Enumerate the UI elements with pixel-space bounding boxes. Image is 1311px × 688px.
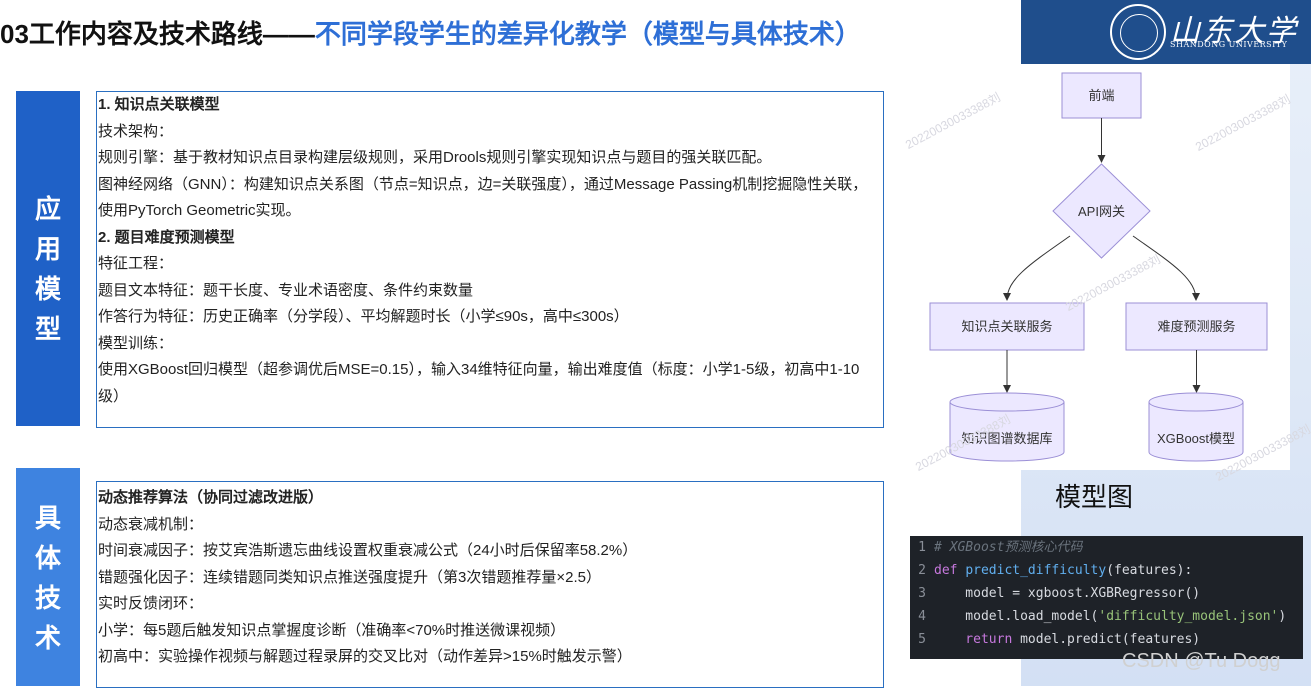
text-line: 技术架构： [98, 122, 174, 140]
text-line: 动态衰减机制： [98, 515, 204, 533]
model-diagram-caption: 模型图 [1055, 482, 1134, 512]
node-kg-database-top [949, 392, 1065, 412]
app-model-textbox[interactable]: 1. 知识点关联模型 技术架构： 规则引擎：基于教材知识点目录构建层级规则，采用… [96, 91, 884, 428]
code-line-4: 4 model.load_model('difficulty_model.jso… [918, 609, 1287, 624]
tech-textbox[interactable]: 动态推荐算法（协同过滤改进版） 动态衰减机制： 时间衰减因子：按艾宾浩斯遗忘曲线… [96, 481, 884, 688]
node-xgb-model-top [1148, 392, 1244, 412]
node-knowledge-service-label: 知识点关联服务 [961, 319, 1052, 334]
text-line: 时间衰减因子：按艾宾浩斯遗忘曲线设置权重衰减公式（24小时后保留率58.2%） [98, 542, 638, 559]
text-line: 初高中：实验操作视频与解题过程录屏的交叉比对（动作差异>15%时触发示警） [98, 648, 632, 665]
heading-difficulty-model: 2. 题目难度预测模型 [98, 228, 235, 246]
code-line-2: 2 def predict_difficulty(features): [918, 563, 1193, 578]
text-line: 图神经网络（GNN）：构建知识点关系图（节点=知识点，边=关联强度），通过Mes… [98, 175, 868, 220]
slide-title-highlight: 不同学段学生的差异化教学（模型与具体技术） [314, 19, 861, 49]
label-char: 具 [34, 503, 61, 533]
text-line: 题目文本特征：题干长度、专业术语密度、条件约束数量 [98, 281, 474, 299]
text-line: 规则引擎：基于教材知识点目录构建层级规则，采用Drools规则引擎实现知识点与题… [98, 149, 772, 166]
text-line: 特征工程： [98, 255, 174, 272]
edge-gateway-knowledge [1003, 235, 1071, 301]
text-line: 错题强化因子：连续错题同类知识点推送强度提升（第3次错题推荐量×2.5） [98, 568, 601, 586]
label-char: 型 [34, 314, 61, 344]
text-line: 模型训练： [98, 334, 174, 352]
label-char: 术 [34, 623, 61, 653]
label-char: 模 [34, 274, 61, 304]
code-block[interactable]: 1 # XGBoost预测核心代码 2 def predict_difficulty… [910, 536, 1303, 659]
text-line: 使用XGBoost回归模型（超参调优后MSE=0.15），输入34维特征向量，输… [98, 361, 860, 405]
architecture-diagram[interactable]: 20220030033388刘 20220030033388刘 20220030… [903, 64, 1311, 484]
heading-knowledge-model: 1. 知识点关联模型 [98, 96, 220, 113]
section-label-app-model: 应 用 模 型 [16, 91, 80, 426]
label-char: 体 [34, 543, 61, 573]
code-line-3: 3 model = xgboost.XGBRegressor() [918, 586, 1201, 601]
text-line: 实时反馈闭环： [98, 595, 204, 612]
csdn-watermark: CSDN @Tu Dogg [1122, 650, 1281, 672]
slide-title-prefix: 03工作内容及技术路线—— [0, 19, 315, 49]
label-char: 应 [34, 194, 61, 224]
university-logo-en: SHANDONG UNIVERSITY [1170, 40, 1288, 49]
code-line-5: 5 return model.predict(features) [918, 632, 1201, 647]
label-char: 技 [34, 583, 61, 613]
text-line: 作答行为特征：历史正确率（分学段）、平均解题时长（小学≤90s，高中≤300s） [98, 308, 629, 325]
node-difficulty-service-label: 难度预测服务 [1157, 319, 1235, 334]
node-frontend-label: 前端 [1088, 88, 1114, 103]
label-char: 用 [34, 234, 61, 264]
code-line-1: 1 # XGBoost预测核心代码 [918, 540, 1083, 555]
node-gateway-label: API网关 [1078, 204, 1125, 219]
node-xgb-model-label: XGBoost模型 [1157, 431, 1235, 446]
section-label-tech: 具 体 技 术 [16, 468, 80, 686]
slide-title: 03工作内容及技术路线——不同学段学生的差异化教学（模型与具体技术） [0, 6, 1010, 62]
heading-recommendation: 动态推荐算法（协同过滤改进版） [98, 489, 324, 506]
university-seal-icon [1110, 4, 1166, 60]
text-line: 小学：每5题后触发知识点掌握度诊断（准确率<70%时推送微课视频） [98, 621, 566, 639]
